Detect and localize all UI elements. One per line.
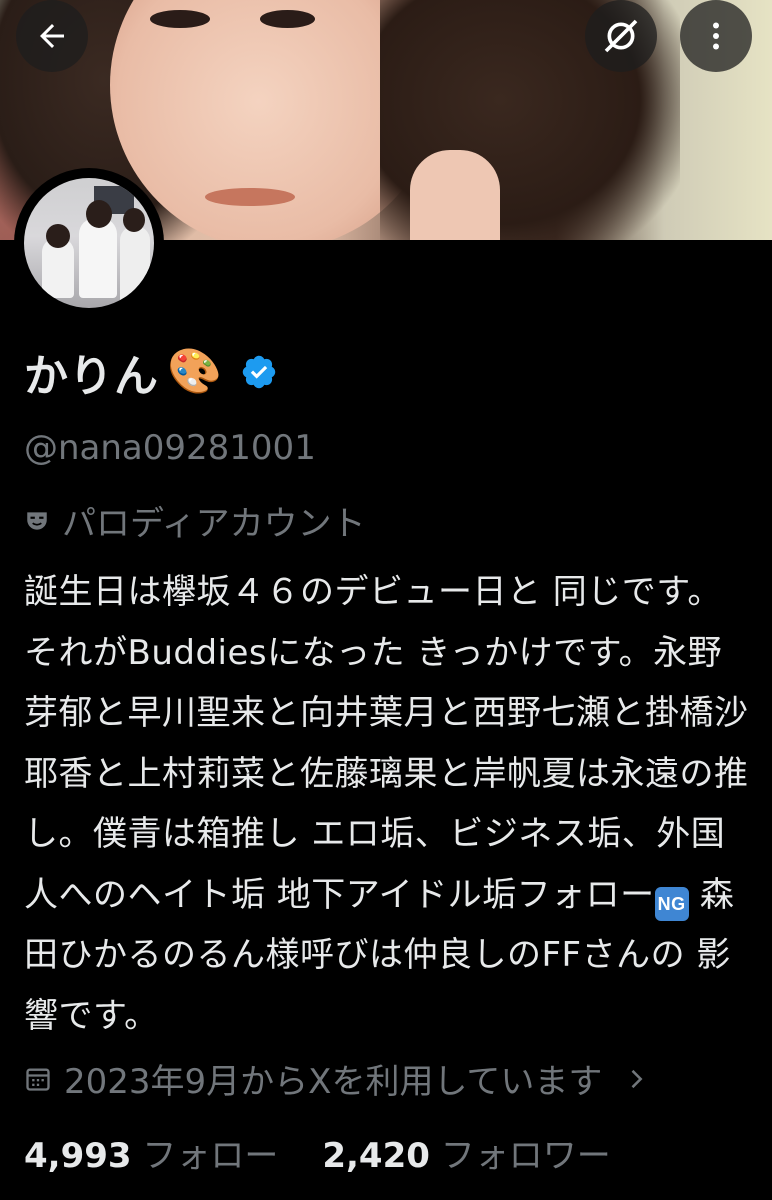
profile-page: かりん 🎨 @nana09281001 パロディアカウント 誕生日は欅坂４６のデ… [0,0,772,1200]
bio-part-1: 誕生日は欅坂４６のデビュー日と 同じです。それがBuddiesになった きっかけ… [24,572,749,915]
parody-account-label[interactable]: パロディアカウント [24,496,366,545]
user-handle: @nana09281001 [24,428,316,468]
calendar-icon [26,1068,50,1091]
bio-text: 誕生日は欅坂４６のデビュー日と 同じです。それがBuddiesになった きっかけ… [24,562,754,1046]
more-options-button[interactable] [680,0,752,72]
ng-emoji-badge: NG [654,886,689,921]
followers-count: 2,420 [322,1136,430,1176]
joined-text: 2023年9月からXを利用しています [64,1062,603,1102]
followers-link[interactable]: 2,420 フォロワー [322,1128,610,1177]
verified-badge-icon[interactable] [240,353,278,391]
following-label: フォロー [142,1136,279,1176]
back-button[interactable] [16,0,88,72]
theater-mask-icon [27,511,47,530]
parody-text: パロディアカウント [62,504,366,544]
chevron-right-icon [632,1069,643,1088]
grok-button[interactable] [585,0,657,72]
following-link[interactable]: 4,993 フォロー [24,1128,278,1177]
following-count: 4,993 [24,1136,132,1176]
profile-avatar[interactable] [18,172,160,314]
more-vertical-icon [713,22,719,50]
display-name: かりん [24,351,159,402]
name-row: かりん 🎨 [24,340,278,404]
palette-emoji: 🎨 [167,346,222,397]
followers-label: フォロワー [440,1136,611,1176]
follow-stats: 4,993 フォロー 2,420 フォロワー [24,1128,611,1177]
joined-date-row[interactable]: 2023年9月からXを利用しています [24,1054,650,1103]
grok-icon [604,19,638,53]
back-arrow-icon [40,24,64,48]
